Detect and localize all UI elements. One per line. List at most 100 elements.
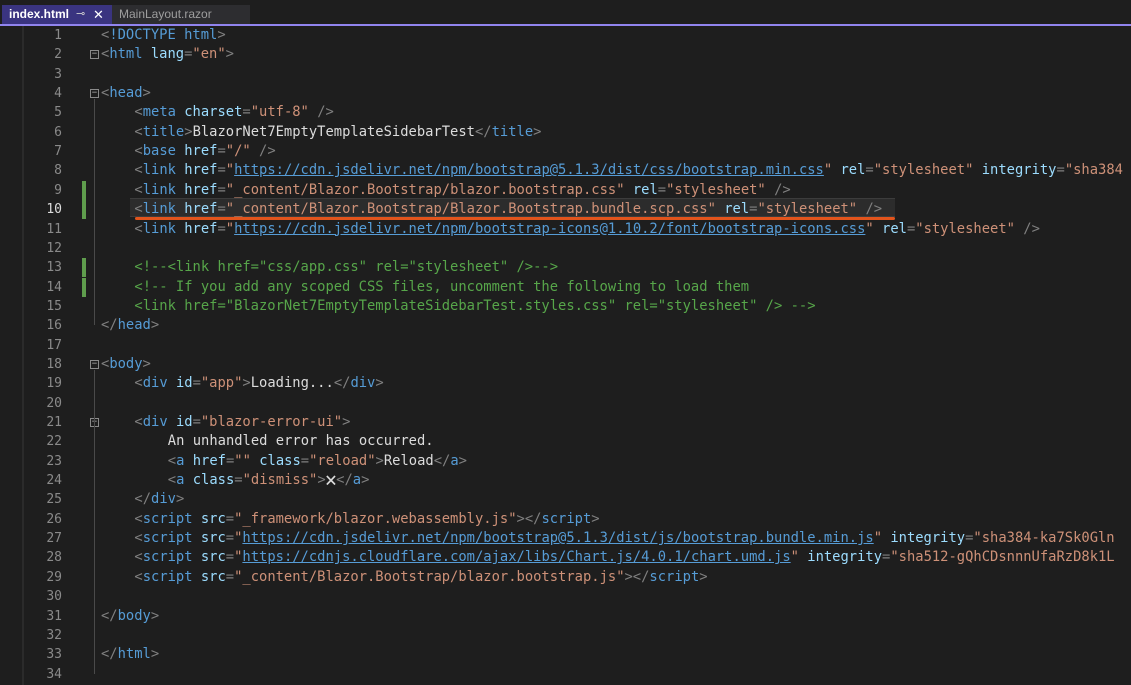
line-number: 5: [54, 105, 62, 121]
fold-guide: [94, 369, 95, 674]
code-token: script: [142, 568, 193, 585]
code-token: html: [109, 46, 143, 63]
code-token: src: [200, 510, 226, 527]
line-number: 1: [54, 28, 62, 43]
code-token: >: [217, 27, 226, 43]
code-line[interactable]: <script src="_content/Blazor.Bootstrap/b…: [101, 568, 707, 587]
code-line[interactable]: <html lang="en">: [101, 45, 234, 64]
code-line[interactable]: <link href="https://cdn.jsdelivr.net/npm…: [101, 220, 1040, 239]
code-token: </: [134, 491, 152, 508]
line-number: 28: [46, 550, 62, 566]
code-token: class: [259, 452, 301, 469]
code-token: =: [225, 530, 235, 547]
collapse-icon[interactable]: −: [90, 89, 99, 99]
close-icon[interactable]: ✕: [93, 5, 104, 24]
code-line[interactable]: </body>: [101, 607, 159, 626]
tab-mainlayout-razor[interactable]: MainLayout.razor: [112, 5, 250, 24]
code-token: "_content/Blazor.Bootstrap/Blazor.Bootst…: [225, 201, 716, 218]
code-token: href: [184, 143, 218, 160]
code-line[interactable]: <meta charset="utf-8" />: [101, 103, 333, 122]
code-token: >: [317, 472, 326, 489]
code-token: https://cdn.jsdelivr.net/npm/bootstrap@5…: [242, 530, 874, 547]
code-line[interactable]: <link href="BlazorNet7EmptyTemplateSideb…: [101, 297, 815, 316]
line-number: 23: [46, 453, 62, 469]
code-token: >: [150, 317, 160, 334]
code-line[interactable]: <script src= "https://cdn.jsdelivr.net/np…: [101, 529, 1114, 548]
code-token: integrity: [981, 162, 1057, 179]
code-token: title: [142, 123, 185, 140]
code-token: id: [175, 375, 193, 392]
collapse-icon[interactable]: −: [90, 50, 99, 60]
code-line[interactable]: <a class="dismiss">🗙</a>: [101, 471, 370, 490]
code-line[interactable]: <link href="https://cdn.jsdelivr.net/npm…: [101, 161, 1123, 180]
code-line[interactable]: <script src= "https://cdnjs.cloudflare.co…: [101, 548, 1114, 567]
editor-margin: [0, 26, 22, 685]
line-number: 12: [46, 240, 62, 256]
code-token: BlazorNet7EmptyTemplateSidebarTest: [192, 123, 475, 140]
code-token: >: [342, 414, 351, 430]
red-underline-annotation: [135, 217, 895, 220]
code-token: script: [541, 510, 592, 527]
code-line[interactable]: An unhandled error has occurred.: [101, 432, 434, 451]
code-token: =: [865, 162, 874, 179]
change-marker: [82, 277, 86, 297]
code-line[interactable]: <head>: [101, 84, 151, 103]
code-line[interactable]: </head>: [101, 316, 159, 335]
line-number: 25: [46, 492, 62, 508]
code-line[interactable]: <!-- If you add any scoped CSS files, un…: [101, 278, 749, 297]
code-token: >: [591, 510, 600, 527]
code-token: <: [134, 549, 143, 566]
line-number: 3: [54, 66, 62, 82]
code-token: "": [234, 452, 251, 469]
code-token: link: [142, 181, 176, 198]
code-token: <: [134, 220, 143, 237]
code-token: href: [184, 201, 218, 218]
code-line[interactable]: <!--<link href="css/app.css" rel="styles…: [101, 258, 558, 277]
code-line[interactable]: <link href="_content/Blazor.Bootstrap/bl…: [101, 181, 790, 200]
code-token: body: [109, 355, 143, 372]
collapse-icon[interactable]: −: [90, 359, 99, 369]
code-line[interactable]: </html>: [101, 645, 159, 664]
code-token: =: [242, 104, 251, 121]
code-line[interactable]: <script src="_framework/blazor.webassemb…: [101, 510, 600, 529]
code-line[interactable]: <div id="blazor-error-ui">: [101, 413, 350, 432]
code-token: <: [134, 375, 143, 392]
code-token: >: [361, 472, 370, 489]
code-token: "dismiss": [242, 472, 318, 489]
line-number: 19: [46, 376, 62, 392]
pin-icon[interactable]: ⊸: [76, 5, 85, 24]
tab-index-html[interactable]: index.html ⊸ ✕: [2, 5, 112, 24]
code-token: <: [134, 104, 143, 121]
fold-guide: [94, 99, 95, 326]
code-token: charset: [184, 104, 243, 121]
line-number: 24: [46, 473, 62, 489]
tab-label: index.html: [9, 7, 70, 21]
code-token: head: [117, 317, 151, 334]
code-line[interactable]: <base href="/" />: [101, 142, 275, 161]
code-token: </: [101, 607, 118, 624]
change-marker: [82, 258, 86, 278]
line-number: 14: [46, 279, 62, 295]
code-token: <: [134, 414, 143, 430]
code-token: >: [150, 607, 160, 624]
code-token: script: [142, 549, 193, 566]
code-token: body: [117, 607, 151, 624]
code-token: integrity: [807, 549, 883, 566]
code-token: ": [873, 530, 883, 547]
code-line[interactable]: <div id="app">Loading...</div>: [101, 374, 383, 393]
code-token: =: [217, 143, 226, 160]
code-token: <: [167, 472, 177, 489]
code-line[interactable]: <title>BlazorNet7EmptyTemplateSidebarTes…: [101, 123, 541, 142]
code-line[interactable]: <body>: [101, 355, 151, 374]
code-line[interactable]: <!DOCTYPE html>: [101, 26, 226, 45]
code-token: "stylesheet": [873, 162, 974, 179]
code-token: =: [217, 162, 226, 179]
code-line[interactable]: <a href="" class="reload">Reload</a>: [101, 452, 467, 471]
code-line[interactable]: </div>: [101, 490, 184, 509]
